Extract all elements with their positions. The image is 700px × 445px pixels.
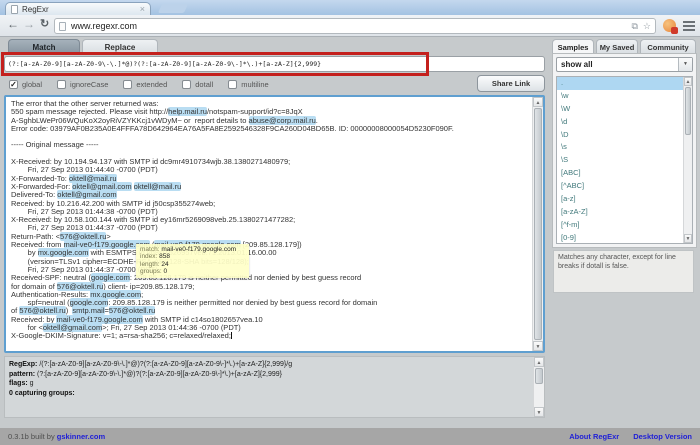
browser-titlebar: RegExr × <box>0 0 700 15</box>
info-row: RegExp: /(?:[a-zA-Z0-9][a-zA-Z0-9\-\.]*@… <box>9 360 530 370</box>
samples-scrollbar[interactable]: ▲ ▼ <box>683 77 692 243</box>
option-label: dotall <box>195 80 213 89</box>
sample-item[interactable]: [0-9] <box>557 232 692 244</box>
info-row: flags: g <box>9 379 530 389</box>
sample-item[interactable]: \d <box>557 116 692 129</box>
tab-replace[interactable]: Replace <box>82 39 158 54</box>
sample-item[interactable]: . <box>557 77 692 90</box>
menu-icon[interactable] <box>683 21 695 33</box>
scroll-down-icon[interactable]: ▼ <box>533 341 543 351</box>
url-text[interactable]: www.regexr.com <box>71 21 626 31</box>
page-action-icon[interactable]: ⧉ <box>631 21 637 32</box>
scrollbar-thumb[interactable] <box>685 87 691 135</box>
bookmark-star-icon[interactable]: ☆ <box>643 21 651 32</box>
regex-pattern-input[interactable]: (?:[a-zA-Z0-9][a-zA-Z0-9\-\.]*@)?(?:[a-z… <box>4 56 545 72</box>
option-label: extended <box>136 80 167 89</box>
filter-value: show all <box>557 60 678 69</box>
about-link[interactable]: About RegExr <box>569 428 619 445</box>
url-page-icon <box>59 22 66 31</box>
match-highlight[interactable]: oktell@gmail.com <box>57 190 116 199</box>
info-row: pattern: (?:[a-zA-Z0-9][a-zA-Z0-9\-\.]*@… <box>9 370 530 380</box>
tab-community[interactable]: Community <box>640 39 696 54</box>
reload-icon[interactable]: ↻ <box>40 17 49 30</box>
tab-samples[interactable]: Samples <box>552 39 594 54</box>
tooltip-row: index: 858 <box>140 253 245 260</box>
samples-list[interactable]: .\w\W\d\D\s\S[ABC][^ABC][a-z][a-zA-Z][^f… <box>556 76 693 244</box>
sample-description: Matches any character, except for line b… <box>553 250 694 293</box>
sample-item[interactable]: \s <box>557 141 692 154</box>
extension-badge <box>671 27 678 34</box>
option-label: ignoreCase <box>70 80 108 89</box>
tab-match[interactable]: Match <box>8 39 80 54</box>
browser-tab[interactable]: RegExr × <box>5 2 151 15</box>
page-favicon-icon <box>11 5 18 14</box>
share-link-button[interactable]: Share Link <box>477 75 545 92</box>
scrollbar-thumb[interactable] <box>534 108 542 340</box>
checkbox-global[interactable]: ✓ <box>9 80 18 89</box>
options-row: ✓ global ignoreCase extended dotall multiline <box>9 77 269 92</box>
footer: 0.3.1b built by gskinner.com About RegEx… <box>0 428 700 445</box>
extension-icon[interactable] <box>663 19 676 32</box>
tooltip-row: match: mail-ve0-f179.google.com <box>140 246 245 253</box>
sample-item[interactable]: [ABC] <box>557 167 692 180</box>
sample-item[interactable]: \W <box>557 103 692 116</box>
info-row: 0 capturing groups: <box>9 389 530 399</box>
test-text-editor[interactable]: The error that the other server returned… <box>4 95 545 353</box>
info-rows: RegExp: /(?:[a-zA-Z0-9][a-zA-Z0-9\-\.]*@… <box>9 360 530 398</box>
option-global[interactable]: ✓ global <box>9 80 42 89</box>
checkbox-dotall[interactable] <box>182 80 191 89</box>
match-highlight[interactable]: oktell@mail.ru <box>134 182 182 191</box>
scroll-down-icon[interactable]: ▼ <box>684 234 692 243</box>
match-highlight[interactable]: mx.google.com <box>38 248 89 257</box>
samples-filter-dropdown[interactable]: show all ▼ <box>556 57 693 72</box>
builder-link[interactable]: gskinner.com <box>57 432 105 441</box>
new-tab-button[interactable] <box>158 4 188 13</box>
tab-title: RegExr <box>22 5 140 14</box>
editor-scrollbar[interactable]: ▲ ▼ <box>532 97 543 351</box>
sample-item[interactable]: [^f-m] <box>557 219 692 232</box>
tooltip-row: groups: 0 <box>140 268 245 275</box>
option-extended[interactable]: extended <box>123 80 167 89</box>
info-scrollbar[interactable]: ▲ ▼ <box>533 357 544 417</box>
browser-toolbar: ← → ↻ www.regexr.com ⧉ ☆ <box>0 15 700 37</box>
editor-content[interactable]: The error that the other server returned… <box>11 100 530 349</box>
screen: RegExr × ← → ↻ www.regexr.com ⧉ ☆ Match … <box>0 0 700 445</box>
tab-my-saved[interactable]: My Saved <box>596 39 638 54</box>
address-bar[interactable]: www.regexr.com ⧉ ☆ <box>54 18 656 34</box>
text-cursor <box>231 332 232 339</box>
scrollbar-thumb[interactable] <box>535 368 543 384</box>
checkbox-ignoreCase[interactable] <box>57 80 66 89</box>
scroll-up-icon[interactable]: ▲ <box>534 357 544 367</box>
checkbox-extended[interactable] <box>123 80 132 89</box>
option-label: global <box>22 80 42 89</box>
option-label: multiline <box>241 80 269 89</box>
match-highlight[interactable]: help.mail.ru <box>168 107 207 116</box>
chevron-down-icon[interactable]: ▼ <box>678 58 692 71</box>
tooltip-row: length: 24 <box>140 261 245 268</box>
sample-item[interactable]: [^ABC] <box>557 180 692 193</box>
option-ignoreCase[interactable]: ignoreCase <box>57 80 108 89</box>
checkbox-multiline[interactable] <box>228 80 237 89</box>
scroll-up-icon[interactable]: ▲ <box>533 97 543 107</box>
sample-item[interactable]: \w <box>557 90 692 103</box>
sample-item[interactable]: [a-z] <box>557 193 692 206</box>
match-tooltip: match: mail-ve0-f179.google.comindex: 85… <box>136 244 249 278</box>
sample-item[interactable]: [a-zA-Z] <box>557 206 692 219</box>
editor-line: X-Google-DKIM-Signature: v=1; a=rsa-sha2… <box>11 332 530 340</box>
version-text: 0.3.1b built by <box>8 432 55 441</box>
option-dotall[interactable]: dotall <box>182 80 213 89</box>
editor-line: Error code: 03979AF0B235A0E4FFFA78D64296… <box>11 125 530 133</box>
match-highlight[interactable]: google.com <box>91 273 130 282</box>
editor-line: ----- Original message ----- <box>11 141 530 149</box>
regex-info-panel: RegExp: /(?:[a-zA-Z0-9][a-zA-Z0-9\-\.]*@… <box>4 356 545 418</box>
back-icon[interactable]: ← <box>7 17 19 31</box>
scroll-down-icon[interactable]: ▼ <box>534 407 544 417</box>
tab-close-icon[interactable]: × <box>140 5 145 14</box>
desktop-version-link[interactable]: Desktop Version <box>633 428 692 445</box>
sample-item[interactable]: \D <box>557 129 692 142</box>
option-multiline[interactable]: multiline <box>228 80 269 89</box>
forward-icon[interactable]: → <box>23 17 35 31</box>
sample-item[interactable]: \S <box>557 154 692 167</box>
scroll-up-icon[interactable]: ▲ <box>684 77 692 86</box>
